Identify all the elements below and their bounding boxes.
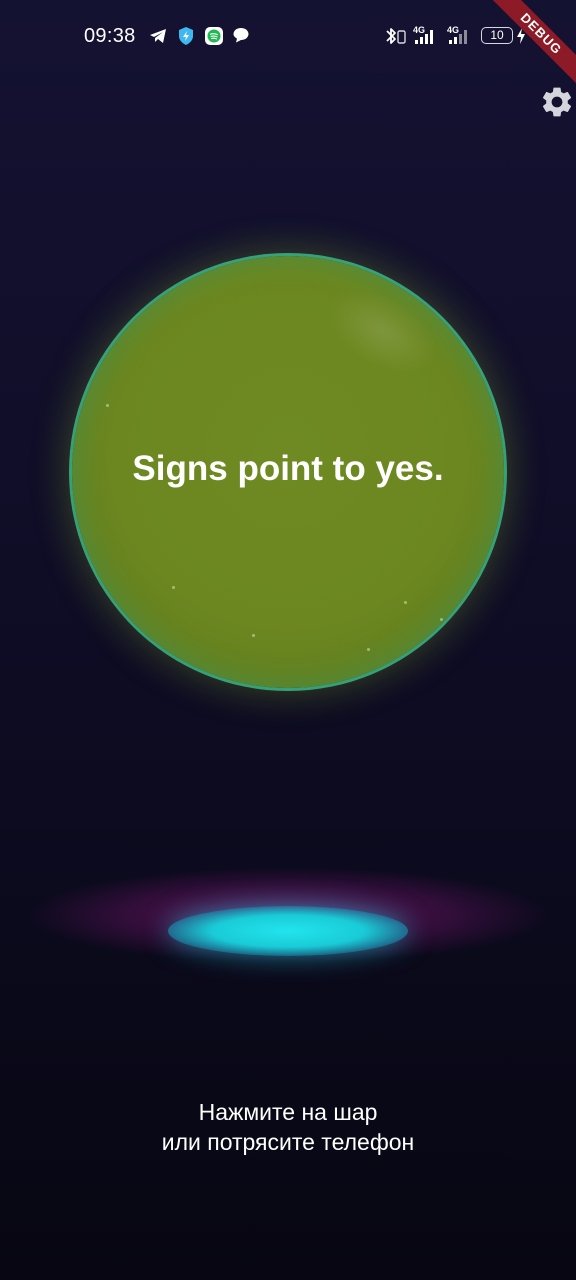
debug-banner-label: DEBUG xyxy=(487,0,576,88)
orb-sparkle xyxy=(106,404,109,407)
orb-answer-text: Signs point to yes. xyxy=(132,449,444,488)
shield-vpn-icon xyxy=(176,26,196,51)
magic-orb[interactable]: Signs point to yes. xyxy=(32,216,544,728)
instruction-hint: Нажмите на шар или потрясите телефон xyxy=(0,1097,576,1157)
spotify-icon xyxy=(204,26,224,51)
status-time: 09:38 xyxy=(84,25,136,47)
hint-line-1: Нажмите на шар xyxy=(198,1099,378,1125)
orb-sparkle xyxy=(252,634,255,637)
vibrate-icon xyxy=(397,30,407,49)
signal-label: 4G xyxy=(413,25,425,35)
orb-sparkle xyxy=(440,618,443,621)
settings-button[interactable] xyxy=(539,84,575,120)
orb-sparkle xyxy=(404,601,407,604)
hint-line-2: или потрясите телефон xyxy=(161,1129,415,1155)
signal-4g-icon: 4G xyxy=(413,24,439,51)
gear-icon xyxy=(542,87,572,117)
chat-bubble-icon xyxy=(232,26,250,49)
signal-label: 4G xyxy=(447,25,459,35)
pedestal-glow xyxy=(168,906,408,956)
telegram-icon xyxy=(148,26,168,51)
orb-sparkle xyxy=(172,586,175,589)
orb-sparkle xyxy=(367,648,370,651)
